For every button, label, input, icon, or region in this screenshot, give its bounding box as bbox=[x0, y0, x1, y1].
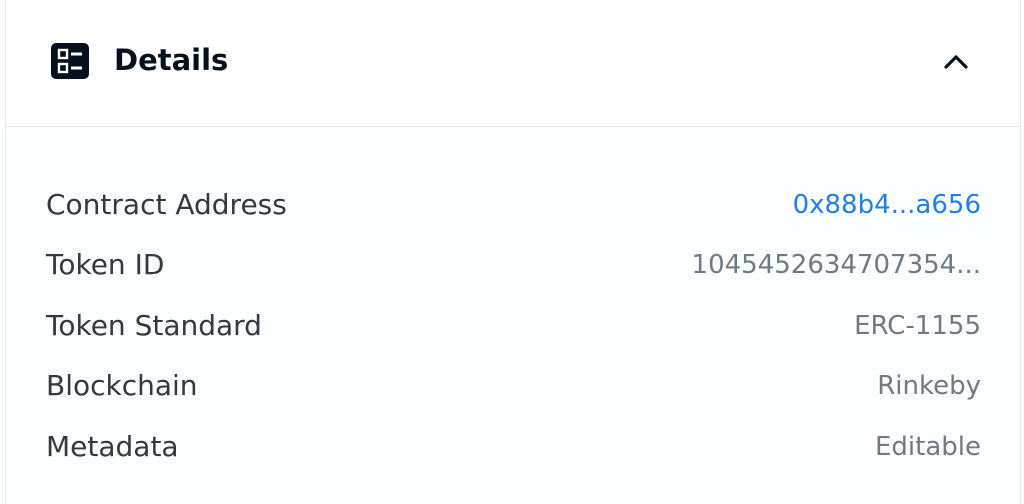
collapse-button[interactable] bbox=[936, 44, 976, 80]
detail-label: Blockchain bbox=[46, 369, 198, 402]
detail-label: Token ID bbox=[46, 248, 165, 281]
detail-label: Contract Address bbox=[46, 188, 287, 221]
metadata-value: Editable bbox=[874, 432, 981, 462]
detail-row-token-id: Token ID 1045452634707354... bbox=[46, 245, 981, 285]
contract-address-link[interactable]: 0x88b4...a656 bbox=[793, 185, 981, 225]
blockchain-value: Rinkeby bbox=[877, 371, 981, 401]
details-panel: Details Contract Address 0x88b4...a656 T… bbox=[5, 0, 1021, 504]
detail-row-token-standard: Token Standard ERC-1155 bbox=[46, 306, 981, 346]
chevron-up-icon bbox=[944, 55, 968, 69]
detail-row-metadata: Metadata Editable bbox=[46, 427, 981, 467]
token-standard-value: ERC-1155 bbox=[854, 311, 981, 341]
detail-row-blockchain: Blockchain Rinkeby bbox=[46, 366, 981, 406]
details-body: Contract Address 0x88b4...a656 Token ID … bbox=[6, 127, 1020, 504]
details-icon bbox=[51, 43, 89, 79]
detail-row-contract-address: Contract Address 0x88b4...a656 bbox=[46, 185, 981, 225]
details-title: Details bbox=[114, 43, 229, 77]
detail-label: Token Standard bbox=[46, 309, 262, 342]
details-header[interactable]: Details bbox=[6, 0, 1020, 127]
token-id-value: 1045452634707354... bbox=[691, 250, 981, 280]
detail-label: Metadata bbox=[46, 430, 179, 463]
